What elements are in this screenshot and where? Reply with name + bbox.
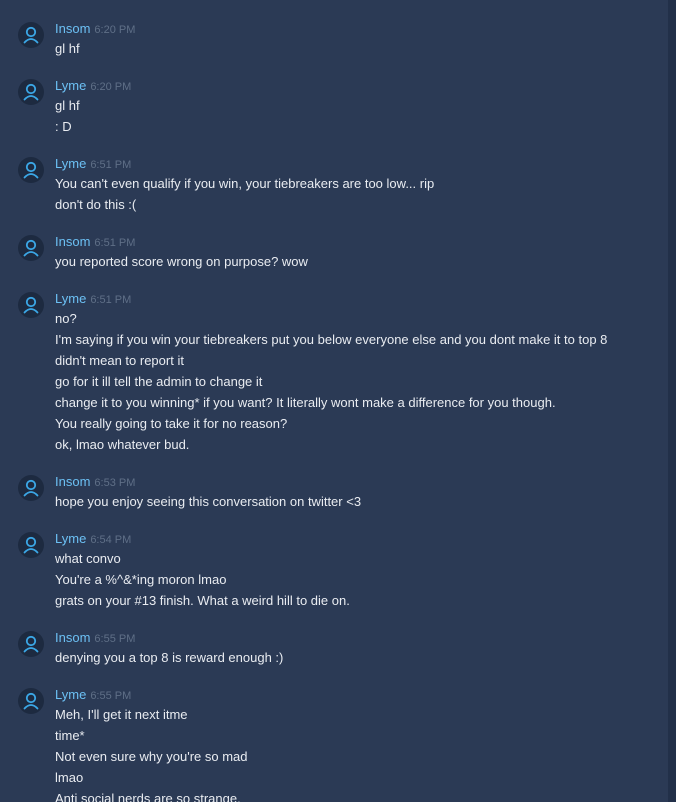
message-text: grats on your #13 finish. What a weird h…: [55, 593, 350, 608]
message-text: no?: [55, 311, 77, 326]
user-avatar-icon[interactable]: [18, 79, 44, 105]
message-group: Insom 6:51 PM you reported score wrong on …: [0, 233, 668, 272]
message-text: : D: [55, 119, 72, 134]
message-timestamp: 6:55 PM: [94, 633, 136, 645]
message-text: Anti social nerds are so strange.: [55, 791, 241, 802]
user-avatar-icon[interactable]: [18, 292, 44, 318]
message-header: Lyme 6:51 PM: [55, 155, 668, 173]
message-text: You're a %^&*ing moron lmao: [55, 572, 227, 587]
author-name[interactable]: Lyme: [55, 156, 86, 171]
message-timestamp: 6:51 PM: [90, 159, 132, 171]
user-avatar-icon[interactable]: [18, 475, 44, 501]
message-header: Lyme 6:55 PM: [55, 686, 668, 704]
message-header: Lyme 6:54 PM: [55, 530, 668, 548]
message-header: Insom 6:51 PM: [55, 233, 668, 251]
author-name[interactable]: Insom: [55, 630, 90, 645]
message-timestamp: 6:54 PM: [90, 534, 132, 546]
message-text: don't do this :(: [55, 197, 137, 212]
user-avatar-icon[interactable]: [18, 631, 44, 657]
message-header: Insom 6:20 PM: [55, 20, 668, 38]
user-avatar-icon[interactable]: [18, 532, 44, 558]
message-text: gl hf: [55, 41, 80, 56]
message-text: You can't even qualify if you win, your …: [55, 176, 435, 191]
user-avatar-icon[interactable]: [18, 235, 44, 261]
message-text: ok, lmao whatever bud.: [55, 437, 190, 452]
message-group: Insom 6:20 PM gl hf: [0, 20, 668, 59]
message-header: Insom 6:55 PM: [55, 629, 668, 647]
message-group: Insom 6:53 PM hope you enjoy seeing this c…: [0, 473, 668, 512]
message-text: time*: [55, 728, 85, 743]
message-group: Insom 6:55 PM denying you a top 8 is rewar…: [0, 629, 668, 668]
message-timestamp: 6:20 PM: [90, 81, 132, 93]
message-text: you reported score wrong on purpose? wow: [55, 254, 308, 269]
message-group: Lyme 6:20 PM gl hf : D: [0, 77, 668, 137]
message-timestamp: 6:53 PM: [94, 477, 136, 489]
message-text: I'm saying if you win your tiebreakers p…: [55, 332, 608, 347]
message-text: lmao: [55, 770, 84, 785]
message-text: You really going to take it for no reaso…: [55, 416, 288, 431]
message-text: what convo: [55, 551, 121, 566]
message-text: denying you a top 8 is reward enough :): [55, 650, 284, 665]
author-name[interactable]: Insom: [55, 474, 90, 489]
message-text: go for it ill tell the admin to change i…: [55, 374, 263, 389]
user-avatar-icon[interactable]: [18, 22, 44, 48]
message-group: Lyme 6:55 PM Meh, I'll get it next itme tim…: [0, 686, 668, 802]
message-text: gl hf: [55, 98, 80, 113]
message-timestamp: 6:20 PM: [94, 24, 136, 36]
chat-log: Insom 6:20 PM gl hf Lyme 6:20 PM gl hf: D Lyme…: [0, 0, 668, 802]
scrollbar-track[interactable]: [668, 0, 676, 802]
message-group: Lyme 6:51 PM You can't even qualify if you…: [0, 155, 668, 215]
message-group: Lyme 6:54 PM what convo You're a %^&*ing mo…: [0, 530, 668, 611]
author-name[interactable]: Insom: [55, 21, 90, 36]
author-name[interactable]: Lyme: [55, 687, 86, 702]
message-header: Lyme 6:51 PM: [55, 290, 668, 308]
message-timestamp: 6:55 PM: [90, 690, 132, 702]
author-name[interactable]: Lyme: [55, 78, 86, 93]
message-text: Meh, I'll get it next itme: [55, 707, 188, 722]
user-avatar-icon[interactable]: [18, 688, 44, 714]
message-header: Lyme 6:20 PM: [55, 77, 668, 95]
message-text: hope you enjoy seeing this conversation …: [55, 494, 362, 509]
message-group: Lyme 6:51 PM no? I'm saying if you win your…: [0, 290, 668, 455]
message-text: didn't mean to report it: [55, 353, 184, 368]
message-timestamp: 6:51 PM: [90, 294, 132, 306]
message-text: Not even sure why you're so mad: [55, 749, 248, 764]
message-list: Insom 6:20 PM gl hf Lyme 6:20 PM gl hf: D Lyme…: [0, 20, 668, 802]
message-timestamp: 6:51 PM: [94, 237, 136, 249]
message-header: Insom 6:53 PM: [55, 473, 668, 491]
author-name[interactable]: Lyme: [55, 531, 86, 546]
author-name[interactable]: Lyme: [55, 291, 86, 306]
user-avatar-icon[interactable]: [18, 157, 44, 183]
message-text: change it to you winning* if you want? I…: [55, 395, 556, 410]
author-name[interactable]: Insom: [55, 234, 90, 249]
